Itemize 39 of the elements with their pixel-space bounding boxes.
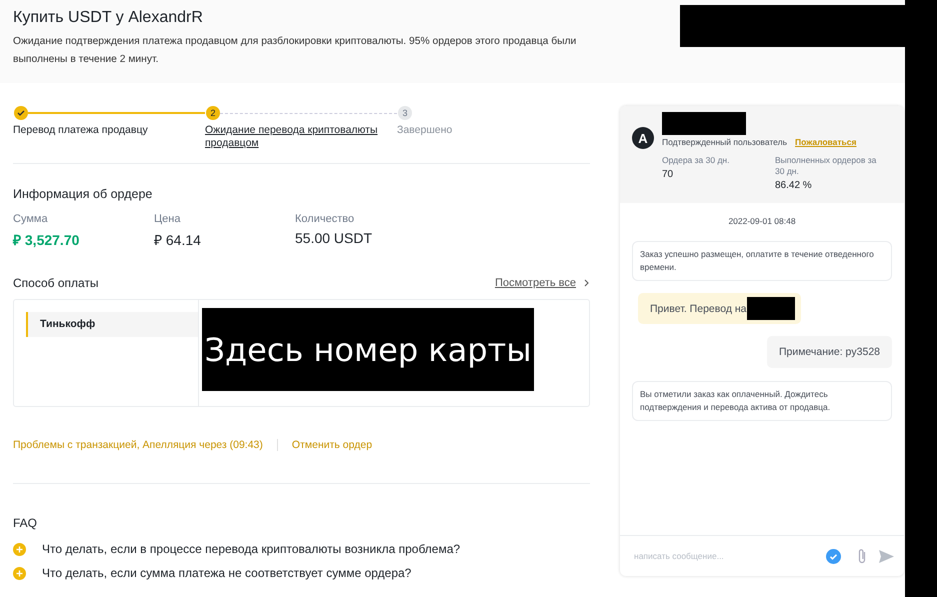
check-icon[interactable] xyxy=(826,548,841,564)
faq-title: FAQ xyxy=(13,516,38,530)
message-text: Привет. Перевод на xyxy=(650,302,746,314)
system-message: Вы отметили заказ как оплаченный. Дождитесь подтверждения и перевода актива от продавца. xyxy=(632,381,892,421)
field-label: Цена xyxy=(154,213,182,225)
field-value: ₽ 64.14 xyxy=(154,231,202,249)
faq-question[interactable]: Что делать, если в процессе перевода криптовалюты возникла проблема? xyxy=(42,542,460,556)
step-label: Перевод платежа продавцу xyxy=(13,124,149,137)
page-title: Купить USDT у AlexandrR xyxy=(13,9,204,27)
plus-icon[interactable] xyxy=(13,566,26,580)
field-label: Сумма xyxy=(13,213,49,225)
step-label: Завершено xyxy=(397,124,454,137)
attach-icon[interactable] xyxy=(857,548,867,564)
stat-label: Выполненных ордеров за 30 дн. xyxy=(775,155,878,177)
verified-label: Подтвержденный пользователь xyxy=(662,137,788,147)
section-title: Способ оплаты xyxy=(13,276,99,290)
step-label: Ожидание перевода криптовалюты продавцом xyxy=(205,124,379,150)
chevron-right-icon[interactable] xyxy=(584,279,590,287)
stat-value: 86.42 % xyxy=(775,180,813,191)
field-label: Количество xyxy=(295,213,356,225)
stat-value: 70 xyxy=(662,169,674,180)
view-all-link[interactable]: Посмотреть все xyxy=(494,277,590,289)
field-value: 55.00 USDT xyxy=(295,230,374,246)
outgoing-message: Примечание: py3528 xyxy=(766,336,892,368)
step-number: 3 xyxy=(398,106,412,120)
plus-icon[interactable] xyxy=(13,542,26,556)
send-icon[interactable] xyxy=(879,550,894,562)
step-number: 2 xyxy=(206,106,220,120)
avatar: A xyxy=(632,127,654,149)
stat-label: Ордера за 30 дн. xyxy=(662,155,730,166)
chat-date: 2022-09-01 08:48 xyxy=(727,216,797,226)
system-message: Заказ успешно размещен, оплатите в течение отведенного времени. xyxy=(632,241,892,281)
faq-question[interactable]: Что делать, если сумма платежа не соответствует сумме ордера? xyxy=(42,566,412,580)
card-number-note: Здесь номер карты xyxy=(202,308,534,391)
field-value: ₽ 3,527.70 xyxy=(13,231,80,249)
payment-method-tab[interactable]: Тинькофф xyxy=(26,312,198,337)
status-description: Ожидание подтверждения платежа продавцом для разблокировки криптовалюты. 95% ордеров этого продавца были выполнены в течение 2 минут. xyxy=(13,35,578,67)
section-title: Информация об ордере xyxy=(13,187,154,201)
message-input[interactable]: написать сообщение... xyxy=(634,551,814,561)
